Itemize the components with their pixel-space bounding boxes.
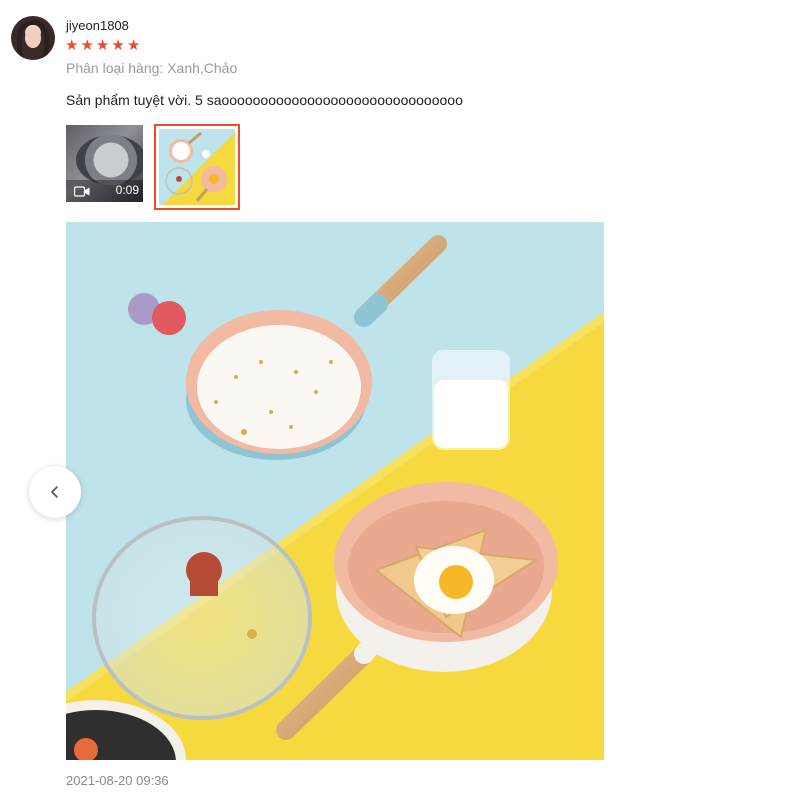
star-icon: ★: [126, 37, 141, 54]
image-thumbnail-selected[interactable]: [154, 124, 240, 210]
pan-image: [76, 135, 143, 185]
user-avatar[interactable]: [11, 16, 55, 60]
video-camera-icon: [74, 186, 90, 197]
username: jiyeon1808: [66, 18, 129, 33]
thumbnail-image: [159, 129, 235, 205]
star-icon: ★: [111, 37, 125, 54]
avatar-face: [25, 28, 41, 48]
video-duration: 0:09: [115, 183, 139, 197]
review-comment: Sản phẩm tuyệt vời. 5 saoooooooooooooooo…: [66, 92, 463, 108]
thumbnail-illustration: [165, 131, 227, 202]
chevron-left-icon: [51, 486, 58, 498]
star-icon: ★: [80, 37, 94, 54]
product-variant: Phân loại hàng: Xanh,Chảo: [66, 60, 238, 76]
review-photo[interactable]: [66, 222, 604, 760]
star-icon: ★: [65, 37, 79, 54]
prev-image-button[interactable]: [29, 466, 81, 518]
rating-stars: ★ ★ ★ ★ ★: [65, 38, 140, 54]
product-photo: [66, 222, 604, 760]
video-thumbnail[interactable]: 0:09: [66, 125, 143, 202]
review-timestamp: 2021-08-20 09:36: [66, 773, 169, 788]
star-icon: ★: [95, 37, 110, 54]
